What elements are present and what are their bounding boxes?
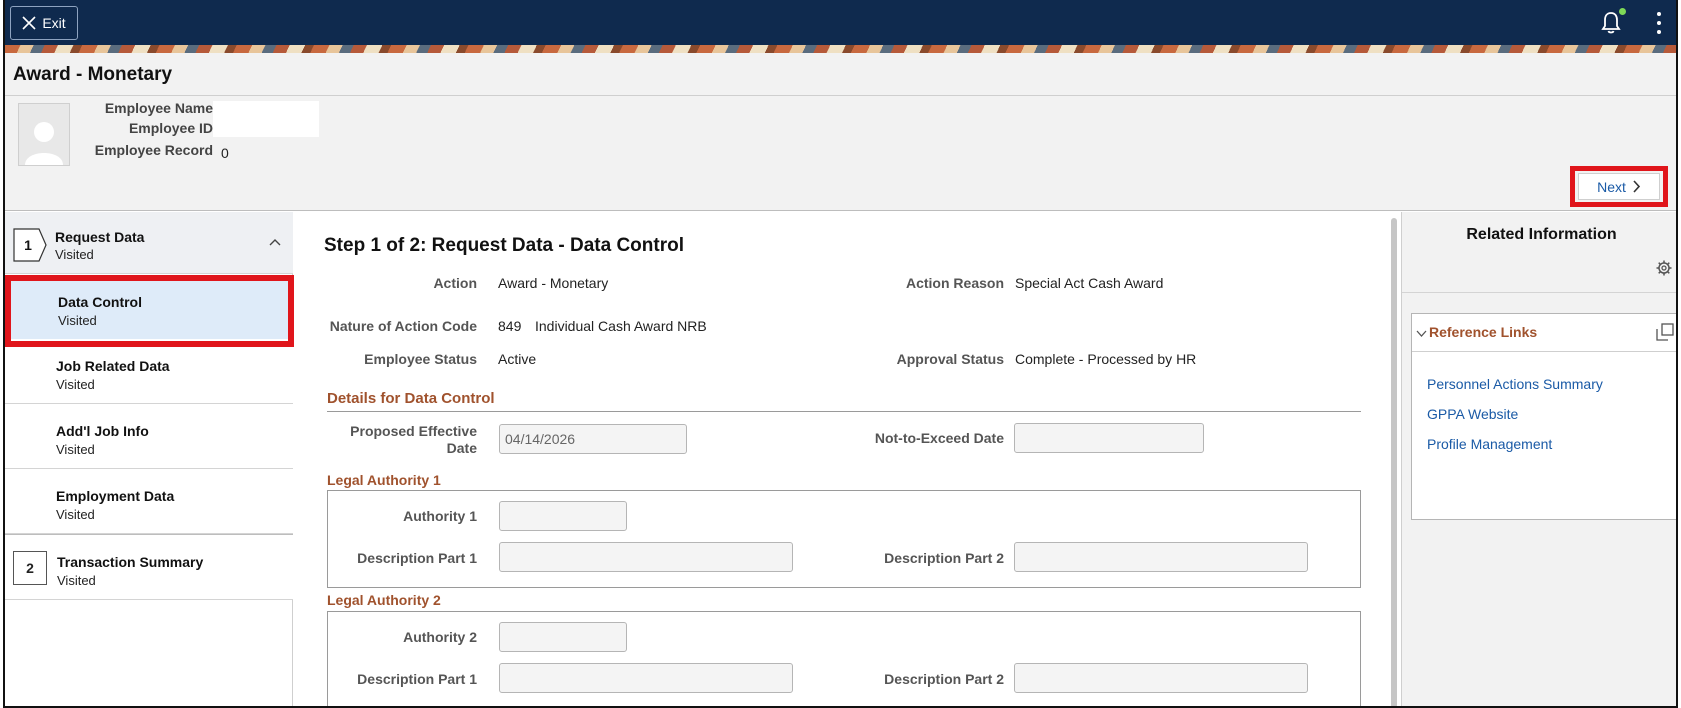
svg-text:1: 1 [24, 237, 32, 253]
nature-of-action-desc: Individual Cash Award NRB [535, 318, 707, 334]
desc-part-1-label: Description Part 1 [357, 550, 477, 566]
section-divider [327, 411, 1361, 412]
effective-date-label-line2: Date [446, 440, 477, 456]
nav-item-status: Visited [56, 377, 95, 392]
effective-date-input[interactable]: 04/14/2026 [499, 424, 687, 454]
nav-item-title: Add'l Job Info [56, 423, 149, 439]
step-badge-1: 1 [13, 228, 47, 262]
approval-status-label: Approval Status [896, 351, 1004, 367]
nav-step2-title: Transaction Summary [57, 554, 204, 570]
legal-authority-2-box [327, 611, 1361, 706]
authority-1-label: Authority 1 [403, 508, 477, 524]
chevron-right-icon [1633, 180, 1640, 193]
reference-links-card: Reference Links Personnel Actions Summar… [1411, 313, 1676, 520]
nav-item-addl-job-info[interactable]: Add'l Job Info Visited [5, 404, 293, 469]
approval-status-value: Complete - Processed by HR [1015, 351, 1197, 367]
top-bar: Exit [5, 0, 1676, 45]
exit-button[interactable]: Exit [10, 6, 78, 40]
reference-links-header[interactable]: Reference Links [1412, 314, 1676, 352]
nav-item-status: Visited [56, 507, 95, 522]
employee-status-label: Employee Status [364, 351, 477, 367]
legal-authority-2-title: Legal Authority 2 [327, 592, 441, 608]
desc-part-2-label: Description Part 2 [884, 550, 1004, 566]
legal-authority-1-box [327, 490, 1361, 588]
close-icon [22, 16, 36, 30]
nav-item-employment-data[interactable]: Employment Data Visited [5, 469, 293, 534]
nav-step-transaction-summary[interactable]: 2 Transaction Summary Visited [5, 534, 293, 600]
page-title: Award - Monetary [13, 64, 173, 85]
person-icon [25, 122, 63, 165]
employee-id-label: Employee ID [128, 120, 213, 136]
chevron-down-icon[interactable] [1416, 330, 1427, 337]
effective-date-label-line1: Proposed Effective [350, 423, 477, 439]
nature-of-action-label: Nature of Action Code [329, 318, 477, 334]
action-value: Award - Monetary [498, 275, 609, 291]
action-reason-label: Action Reason [905, 275, 1004, 291]
data-control-highlight-box [5, 275, 294, 347]
desc-part-1-label-2: Description Part 1 [357, 671, 477, 687]
panel-divider [1402, 292, 1676, 293]
desc-part-2-label-2: Description Part 2 [884, 671, 1004, 687]
details-section-title: Details for Data Control [327, 390, 495, 407]
action-reason-value: Special Act Cash Award [1015, 275, 1164, 291]
employee-record-label: Employee Record [94, 142, 213, 158]
exit-label: Exit [42, 15, 66, 31]
employee-name-label: Employee Name [104, 100, 213, 116]
authority-2-label: Authority 2 [403, 629, 477, 645]
not-to-exceed-input[interactable] [1014, 423, 1204, 453]
nav-item-status: Visited [56, 442, 95, 457]
link-gppa-website[interactable]: GPPA Website [1427, 406, 1518, 422]
notification-dot [1619, 8, 1626, 15]
desc-part-2-input[interactable] [1014, 542, 1308, 572]
next-button[interactable]: Next [1578, 173, 1660, 200]
notification-bell-icon[interactable] [1600, 11, 1622, 35]
reference-links-title: Reference Links [1429, 324, 1538, 340]
nav-step1-status: Visited [55, 247, 94, 262]
nav-item-title: Job Related Data [56, 358, 170, 374]
employee-info: Employee Name Employee ID Employee Recor… [5, 96, 1676, 211]
scrollbar[interactable] [1391, 218, 1397, 706]
step-title: Step 1 of 2: Request Data - Data Control [324, 235, 684, 256]
more-options-icon[interactable] [1656, 12, 1662, 34]
related-information-panel: Related Information Reference Links Pers… [1401, 212, 1676, 706]
related-info-title: Related Information [1466, 226, 1617, 243]
page-header: Award - Monetary [5, 53, 1676, 96]
desc-part-2-input-2[interactable] [1014, 663, 1308, 693]
legal-authority-1-title: Legal Authority 1 [327, 472, 441, 488]
desc-part-1-input-2[interactable] [499, 663, 793, 693]
nav-step1-title: Request Data [55, 229, 145, 245]
next-label: Next [1597, 178, 1626, 195]
gear-icon[interactable] [1656, 260, 1672, 276]
desc-part-1-input[interactable] [499, 542, 793, 572]
expand-window-icon[interactable] [1656, 323, 1674, 341]
chevron-up-icon[interactable] [269, 238, 281, 246]
nav-step-request-data[interactable]: 1 Request Data Visited [5, 212, 293, 274]
nav-step2-status: Visited [57, 573, 96, 588]
employee-record-value: 0 [221, 145, 229, 161]
action-label: Action [433, 275, 477, 291]
employee-name-value [213, 101, 319, 137]
authority-1-input[interactable] [499, 501, 627, 531]
decorative-banner [5, 45, 1676, 53]
app-frame: Exit Award - Monetary Employee Name Empl… [3, 0, 1678, 708]
main-content: Step 1 of 2: Request Data - Data Control… [294, 212, 1397, 706]
link-personnel-actions-summary[interactable]: Personnel Actions Summary [1427, 376, 1603, 392]
nav-item-job-related-data[interactable]: Job Related Data Visited [5, 339, 293, 404]
not-to-exceed-label: Not-to-Exceed Date [874, 430, 1004, 446]
avatar [18, 103, 70, 166]
employee-status-value: Active [498, 351, 537, 367]
link-profile-management[interactable]: Profile Management [1427, 436, 1552, 452]
nav-item-title: Employment Data [56, 488, 175, 504]
nature-of-action-code: 849 [498, 318, 522, 334]
step-badge-2: 2 [13, 551, 47, 585]
authority-2-input[interactable] [499, 622, 627, 652]
